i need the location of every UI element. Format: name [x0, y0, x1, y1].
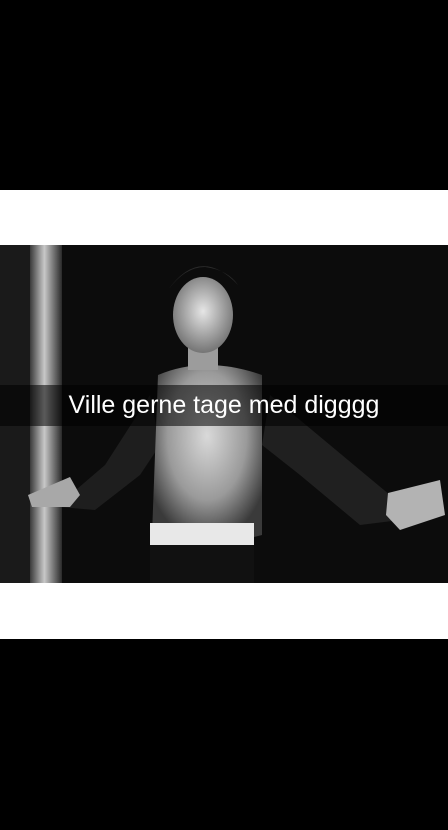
snap-viewer[interactable]: Ville gerne tage med digggg — [0, 0, 448, 830]
head — [173, 277, 233, 353]
caption-bar[interactable]: Ville gerne tage med digggg — [0, 385, 448, 426]
caption-text: Ville gerne tage med digggg — [68, 391, 380, 419]
